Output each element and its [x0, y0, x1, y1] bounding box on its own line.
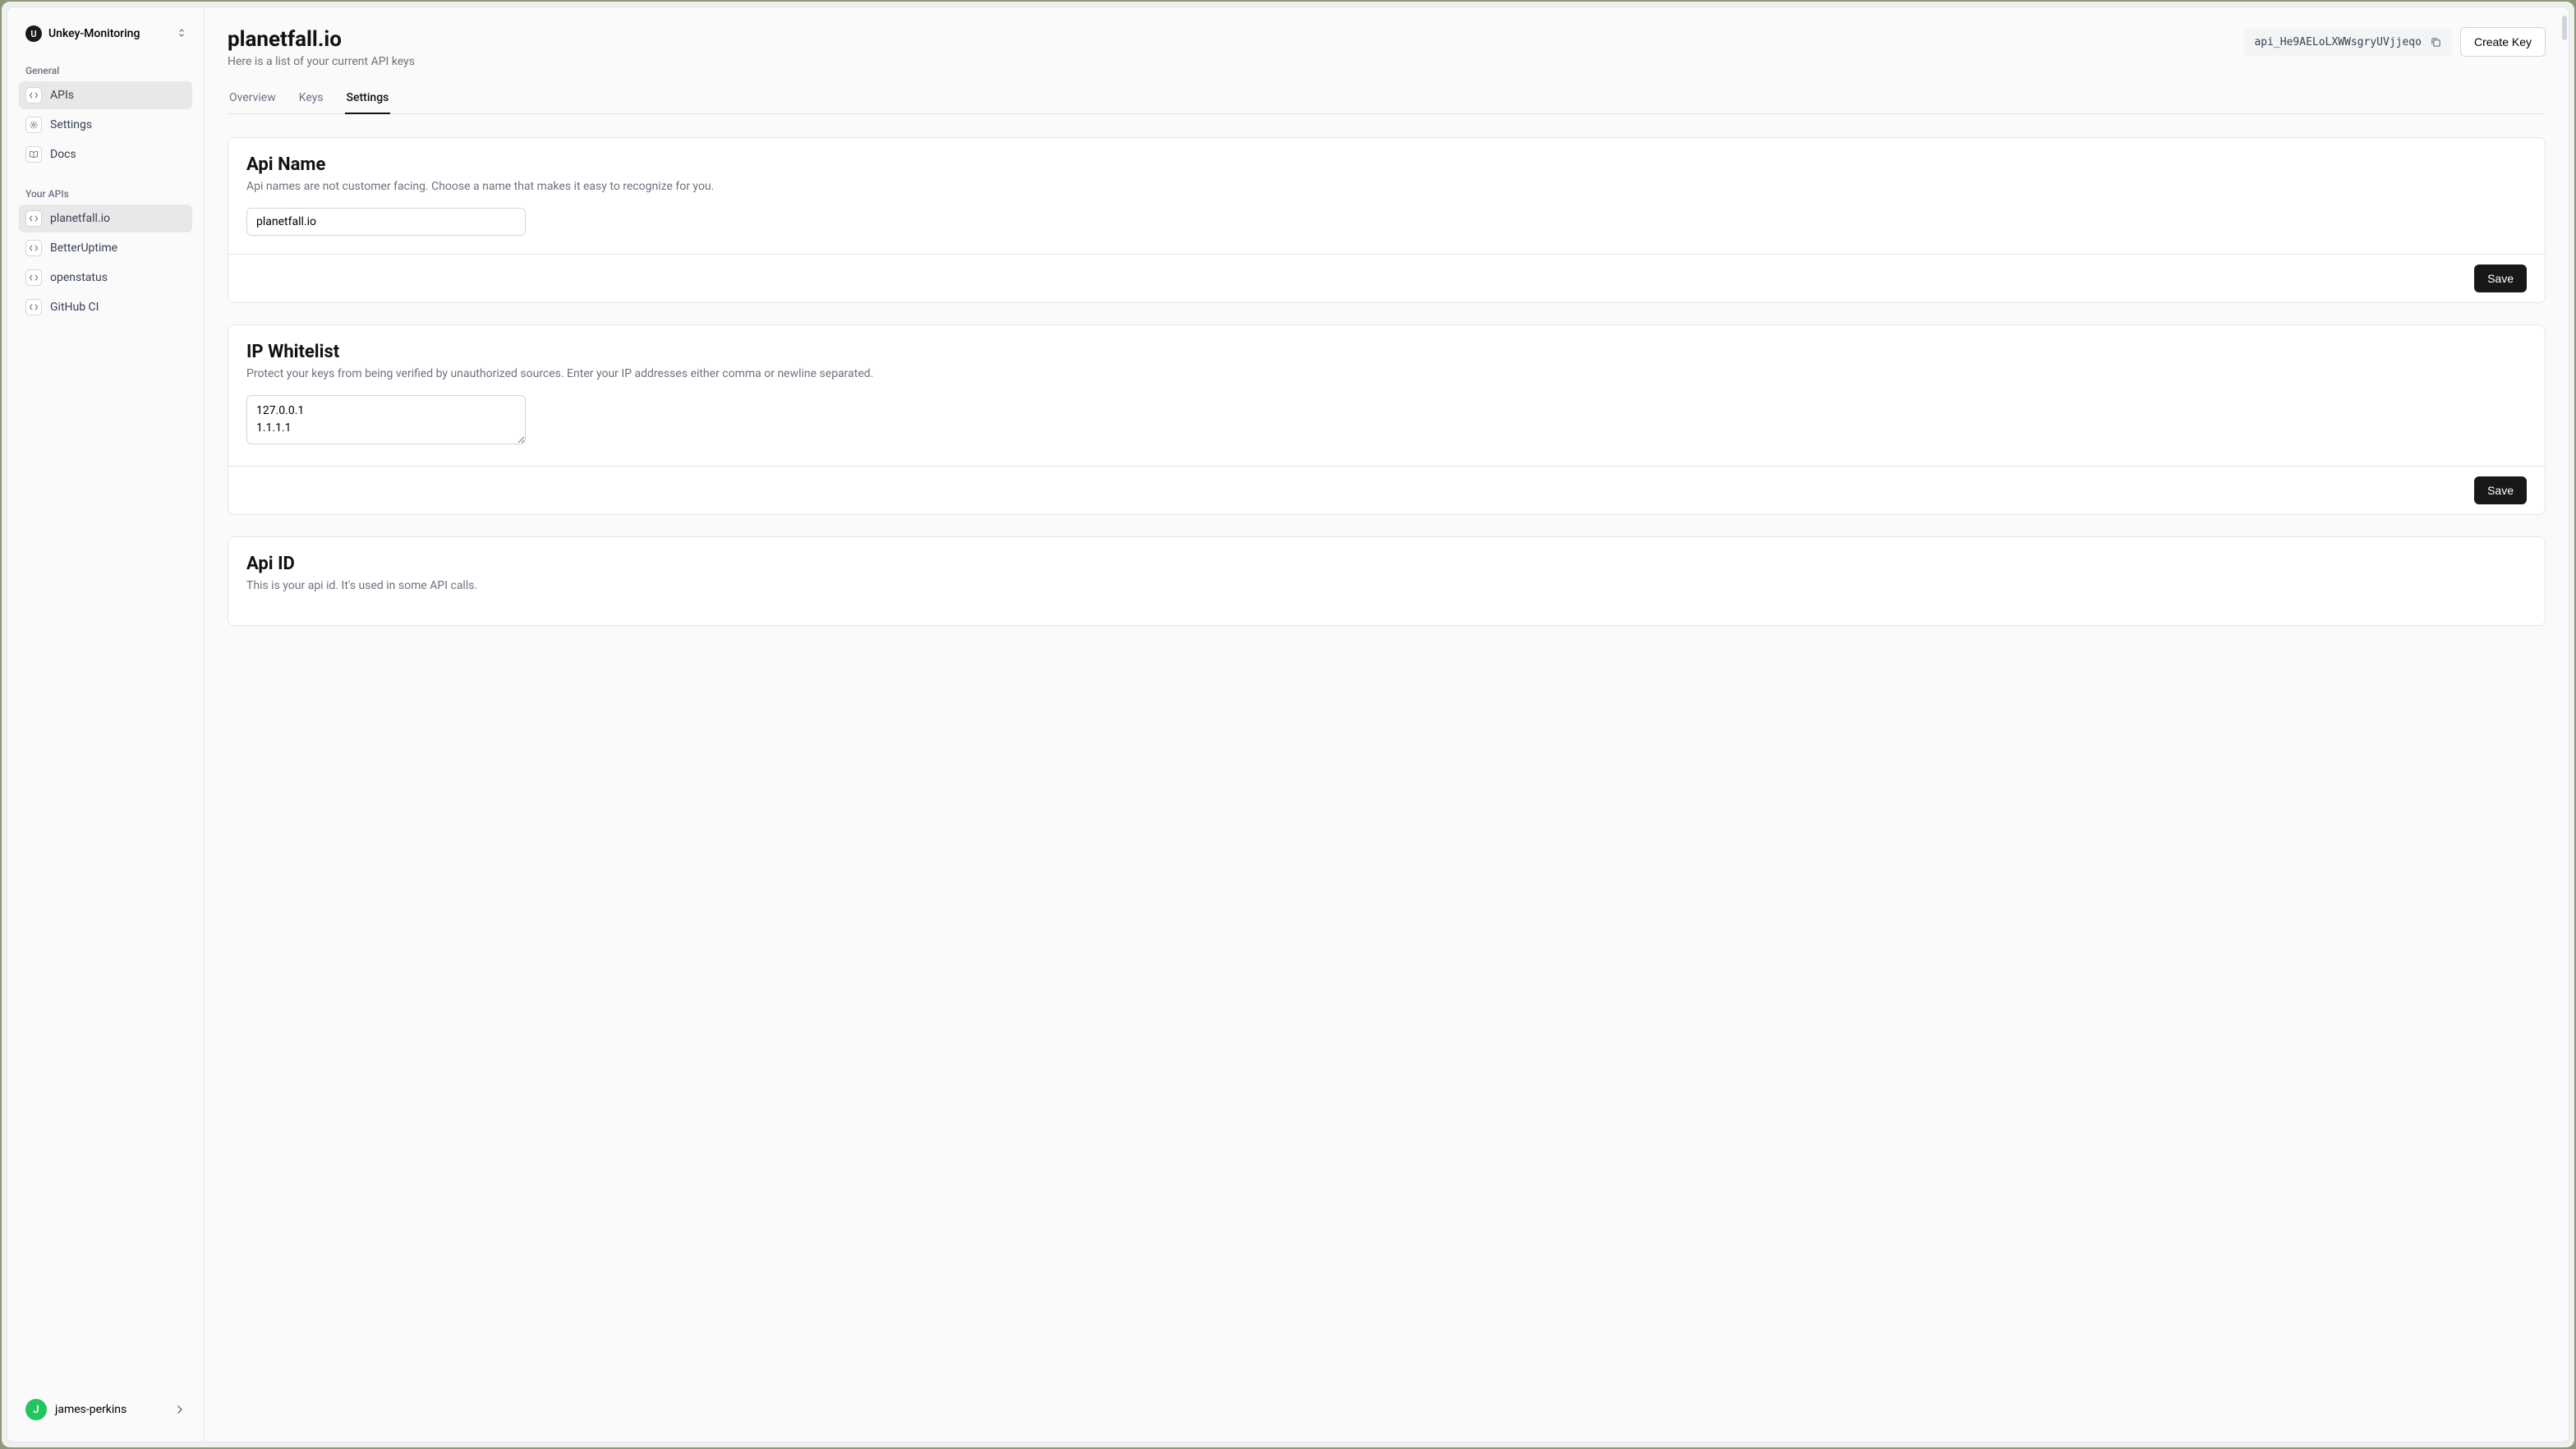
- create-key-button[interactable]: Create Key: [2460, 27, 2546, 57]
- code-icon: [25, 210, 42, 227]
- save-button[interactable]: Save: [2474, 476, 2527, 504]
- save-button[interactable]: Save: [2474, 264, 2527, 292]
- copy-icon: [2430, 36, 2442, 48]
- nav-section-title: General: [19, 58, 192, 81]
- sidebar-item-githubci[interactable]: GitHub CI: [19, 293, 192, 321]
- scrollbar[interactable]: [2562, 16, 2567, 40]
- tab-settings[interactable]: Settings: [345, 83, 391, 114]
- page-subtitle: Here is a list of your current API keys: [228, 55, 415, 68]
- sidebar-item-settings[interactable]: Settings: [19, 111, 192, 139]
- api-id-chip[interactable]: api_He9AELoLXWWsgryUVjjeqo: [2244, 29, 2452, 56]
- user-name: james-perkins: [55, 1403, 166, 1416]
- gear-icon: [25, 117, 42, 133]
- card-title: Api ID: [246, 554, 2527, 574]
- api-name-input[interactable]: [246, 208, 526, 236]
- code-icon: [25, 87, 42, 104]
- sidebar-item-label: planetfall.io: [50, 212, 110, 225]
- chevron-right-icon: [174, 1404, 186, 1415]
- chevron-sort-icon: [177, 27, 186, 41]
- sidebar-item-docs[interactable]: Docs: [19, 140, 192, 168]
- avatar: J: [25, 1399, 47, 1420]
- sidebar-item-betteruptime[interactable]: BetterUptime: [19, 234, 192, 262]
- sidebar-item-label: Docs: [50, 148, 76, 161]
- sidebar-item-label: Settings: [50, 118, 92, 131]
- card-api-name: Api Name Api names are not customer faci…: [228, 137, 2546, 303]
- user-menu[interactable]: J james-perkins: [19, 1392, 192, 1427]
- sidebar-item-openstatus[interactable]: openstatus: [19, 264, 192, 292]
- sidebar-item-label: BetterUptime: [50, 242, 117, 255]
- card-title: IP Whitelist: [246, 342, 2527, 362]
- sidebar-item-label: APIs: [50, 89, 74, 102]
- code-icon: [25, 269, 42, 286]
- sidebar-item-label: openstatus: [50, 271, 108, 284]
- code-icon: [25, 240, 42, 256]
- card-desc: Protect your keys from being verified by…: [246, 367, 2527, 380]
- workspace-selector[interactable]: U Unkey-Monitoring: [19, 22, 192, 45]
- workspace-name: Unkey-Monitoring: [48, 27, 171, 40]
- app-root: U Unkey-Monitoring General APIs Settings Do…: [7, 7, 2569, 1442]
- page-title: planetfall.io: [228, 27, 415, 52]
- sidebar-item-label: GitHub CI: [50, 301, 99, 314]
- card-ip-whitelist: IP Whitelist Protect your keys from bein…: [228, 324, 2546, 515]
- sidebar-item-apis[interactable]: APIs: [19, 81, 192, 109]
- card-api-id: Api ID This is your api id. It's used in…: [228, 536, 2546, 626]
- ip-whitelist-textarea[interactable]: [246, 395, 526, 444]
- code-icon: [25, 299, 42, 315]
- api-id-value: api_He9AELoLXWWsgryUVjjeqo: [2254, 36, 2422, 48]
- tabs: Overview Keys Settings: [228, 83, 2546, 114]
- sidebar-item-planetfall[interactable]: planetfall.io: [19, 205, 192, 232]
- tab-overview[interactable]: Overview: [228, 83, 278, 114]
- sidebar: U Unkey-Monitoring General APIs Settings Do…: [7, 7, 205, 1442]
- workspace-logo: U: [25, 25, 42, 42]
- main-content: planetfall.io Here is a list of your cur…: [205, 7, 2569, 1442]
- nav-section-title: Your APIs: [19, 182, 192, 205]
- card-title: Api Name: [246, 154, 2527, 175]
- tab-keys[interactable]: Keys: [297, 83, 325, 114]
- card-desc: Api names are not customer facing. Choos…: [246, 180, 2527, 193]
- book-icon: [25, 146, 42, 163]
- card-desc: This is your api id. It's used in some A…: [246, 579, 2527, 592]
